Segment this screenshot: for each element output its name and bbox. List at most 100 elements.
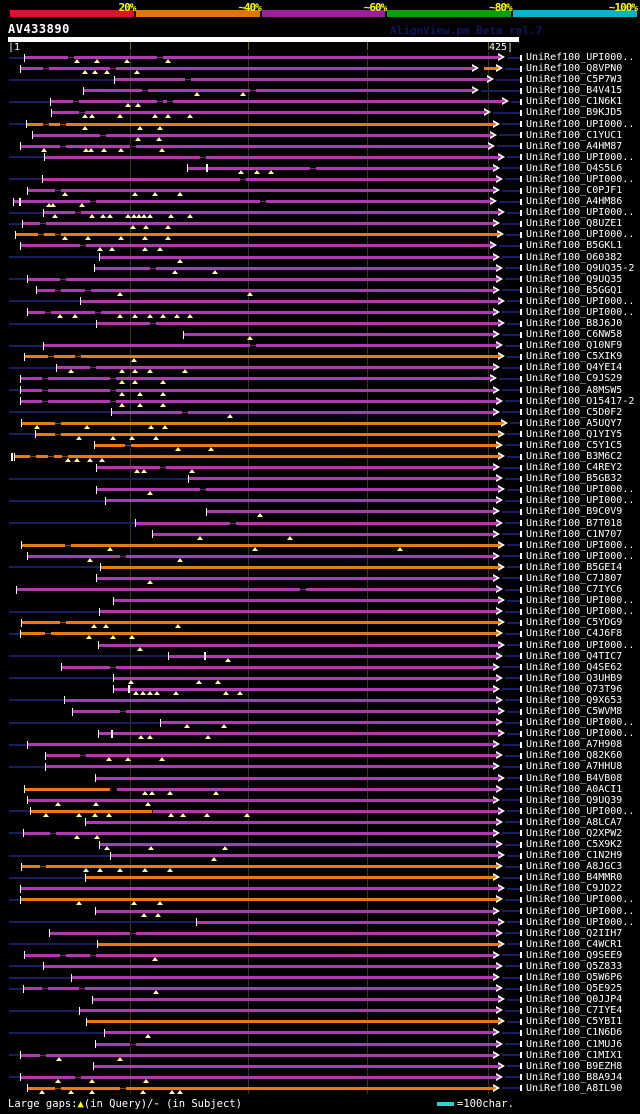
- hsp-bar[interactable]: [184, 333, 493, 337]
- hsp-bar[interactable]: [96, 1042, 496, 1046]
- hsp-bar[interactable]: [45, 155, 498, 159]
- hsp-bar[interactable]: [51, 100, 502, 104]
- hit-label[interactable]: UniRef100_Q0JJP4: [526, 994, 622, 1005]
- hsp-bar[interactable]: [153, 532, 493, 536]
- hsp-bar[interactable]: [21, 67, 472, 71]
- hsp-bar[interactable]: [25, 355, 498, 359]
- hsp-bar[interactable]: [114, 676, 496, 680]
- hit-label[interactable]: UniRef100_Q9X653: [526, 695, 622, 706]
- hit-label[interactable]: UniRef100_C1YUC1: [526, 130, 622, 141]
- hit-label[interactable]: UniRef100_B4VB08: [526, 773, 622, 784]
- hit-label[interactable]: UniRef100_C6NW58: [526, 329, 622, 340]
- hsp-bar[interactable]: [98, 942, 498, 946]
- hit-label[interactable]: UniRef100_Q73T96: [526, 684, 622, 695]
- hit-label[interactable]: UniRef100_Q4YEI4: [526, 362, 622, 373]
- hsp-bar[interactable]: [81, 299, 498, 303]
- hit-label[interactable]: UniRef100_UPI000..: [526, 495, 634, 506]
- hit-label[interactable]: UniRef100_Q2XPW2: [526, 828, 622, 839]
- hsp-bar[interactable]: [207, 510, 493, 514]
- hit-label[interactable]: UniRef100_Q9UQ35-2: [526, 263, 634, 274]
- hit-label[interactable]: UniRef100_B9C0V9: [526, 506, 622, 517]
- hsp-bar[interactable]: [197, 920, 498, 924]
- hsp-bar[interactable]: [86, 876, 493, 880]
- hsp-bar[interactable]: [111, 854, 498, 858]
- hsp-bar[interactable]: [44, 964, 496, 968]
- hsp-bar[interactable]: [112, 410, 493, 414]
- hit-label[interactable]: UniRef100_O15417-2: [526, 396, 634, 407]
- hit-label[interactable]: UniRef100_UPI000..: [526, 152, 634, 163]
- hit-label[interactable]: UniRef100_C7IYC6: [526, 584, 622, 595]
- hsp-bar[interactable]: [28, 554, 493, 558]
- hit-label[interactable]: UniRef100_A8MSW5: [526, 385, 622, 396]
- hit-label[interactable]: UniRef100_Q3UHB9: [526, 673, 622, 684]
- hsp-bar[interactable]: [17, 588, 496, 592]
- hsp-bar[interactable]: [117, 787, 496, 791]
- hsp-bar[interactable]: [21, 898, 496, 902]
- hit-label[interactable]: UniRef100_Q4TIC7: [526, 651, 622, 662]
- hit-label[interactable]: UniRef100_C1N2H9: [526, 850, 622, 861]
- hsp-bar[interactable]: [93, 998, 498, 1002]
- hsp-bar[interactable]: [97, 488, 498, 492]
- hit-label[interactable]: UniRef100_UPI000..: [526, 894, 634, 905]
- hsp-bar[interactable]: [28, 277, 496, 281]
- hsp-bar[interactable]: [484, 67, 496, 71]
- hit-label[interactable]: UniRef100_B5GEI4: [526, 562, 622, 573]
- hit-label[interactable]: UniRef100_UPI000..: [526, 917, 634, 928]
- hsp-bar[interactable]: [22, 421, 501, 425]
- hsp-bar[interactable]: [50, 931, 496, 935]
- hit-label[interactable]: UniRef100_C9JD22: [526, 883, 622, 894]
- hsp-bar[interactable]: [101, 565, 498, 569]
- hit-label[interactable]: UniRef100_UPI000..: [526, 640, 634, 651]
- hsp-bar[interactable]: [21, 244, 490, 248]
- hsp-bar[interactable]: [80, 1009, 496, 1013]
- hsp-bar[interactable]: [21, 388, 493, 392]
- hit-label[interactable]: UniRef100_UPI000..: [526, 207, 634, 218]
- hit-label[interactable]: UniRef100_C7IYE4: [526, 1005, 622, 1016]
- hsp-bar[interactable]: [28, 743, 493, 747]
- hsp-bar[interactable]: [73, 710, 498, 713]
- hsp-bar[interactable]: [100, 610, 496, 614]
- hit-label[interactable]: UniRef100_Q9UQ39: [526, 795, 622, 806]
- hsp-bar[interactable]: [114, 599, 498, 603]
- hsp-bar[interactable]: [169, 654, 496, 658]
- hit-label[interactable]: UniRef100_UPI000..: [526, 595, 634, 606]
- hit-label[interactable]: UniRef100_UPI000..: [526, 229, 634, 240]
- hit-label[interactable]: UniRef100_Q82K60: [526, 750, 622, 761]
- hit-label[interactable]: UniRef100_UPI000..: [526, 806, 634, 817]
- hit-label[interactable]: UniRef100_Q8UZE1: [526, 218, 622, 229]
- hsp-bar[interactable]: [105, 1031, 493, 1035]
- hsp-bar[interactable]: [96, 776, 498, 780]
- hit-label[interactable]: UniRef100_UPI000..: [526, 174, 634, 185]
- hsp-bar[interactable]: [106, 499, 496, 503]
- hit-label[interactable]: UniRef100_Q1YIY5: [526, 429, 622, 440]
- hit-label[interactable]: UniRef100_C5X9K2: [526, 839, 622, 850]
- hsp-bar[interactable]: [100, 843, 496, 847]
- hsp-bar[interactable]: [37, 288, 493, 292]
- hit-label[interactable]: UniRef100_C5WVM8: [526, 706, 622, 717]
- hit-label[interactable]: UniRef100_A7H908: [526, 739, 622, 750]
- hsp-bar[interactable]: [72, 976, 493, 980]
- hsp-bar[interactable]: [36, 432, 498, 436]
- hit-label[interactable]: UniRef100_C5YBI1: [526, 1016, 622, 1027]
- hit-label[interactable]: UniRef100_C1MUJ6: [526, 1039, 622, 1050]
- hit-label[interactable]: UniRef100_UPI000..: [526, 484, 634, 495]
- hit-label[interactable]: UniRef100_UPI000..: [526, 52, 634, 63]
- hit-label[interactable]: UniRef100_C9JS29: [526, 373, 622, 384]
- hsp-bar[interactable]: [97, 322, 498, 326]
- hsp-bar[interactable]: [23, 222, 493, 226]
- hsp-bar[interactable]: [28, 189, 493, 193]
- hit-label[interactable]: UniRef100_UPI000..: [526, 606, 634, 617]
- hit-label[interactable]: UniRef100_A8JGC3: [526, 861, 622, 872]
- hsp-bar[interactable]: [24, 987, 496, 991]
- hit-label[interactable]: UniRef100_B5GGQ1: [526, 285, 622, 296]
- hsp-bar[interactable]: [136, 521, 496, 525]
- hit-label[interactable]: UniRef100_Q5Z833: [526, 961, 622, 972]
- hit-label[interactable]: UniRef100_C1N6K1: [526, 96, 622, 107]
- hit-label[interactable]: UniRef100_A4HM87: [526, 141, 622, 152]
- hsp-bar[interactable]: [22, 865, 496, 869]
- hsp-bar[interactable]: [95, 443, 496, 447]
- hsp-bar[interactable]: [62, 665, 493, 669]
- hit-label[interactable]: UniRef100_Q2IIH7: [526, 928, 622, 939]
- hit-label[interactable]: UniRef100_Q9SEE9: [526, 950, 622, 961]
- hit-label[interactable]: UniRef100_C4J6F8: [526, 628, 622, 639]
